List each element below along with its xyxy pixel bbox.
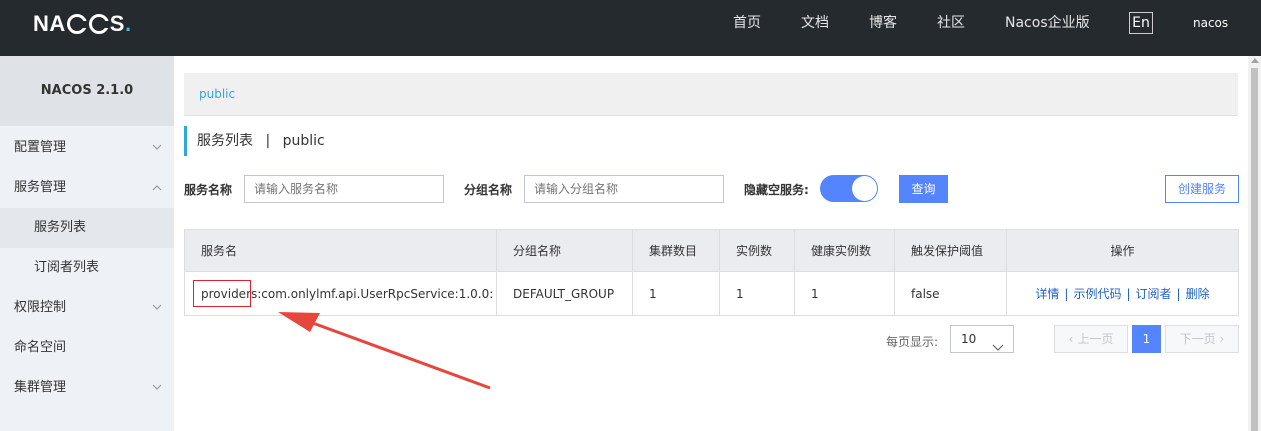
namespace-bar: public [184,73,1238,116]
create-service-button[interactable]: 创建服务 [1165,175,1239,203]
prev-page-button[interactable]: ‹ 上一页 [1054,325,1128,353]
next-page-button[interactable]: 下一页 › [1165,325,1239,353]
table-header: 服务名 分组名称 集群数目 实例数 健康实例数 触发保护阈值 操作 [185,230,1238,272]
nav-home[interactable]: 首页 [733,14,761,32]
page-title: 服务列表 | public [184,126,325,156]
chevron-up-icon [152,168,162,208]
subscribers-link[interactable]: 订阅者 [1136,285,1172,302]
sidebar-item-access-control[interactable]: 权限控制 [0,288,174,328]
user-menu[interactable]: nacos [1193,16,1228,30]
chevron-down-icon [152,128,162,168]
language-switch-button[interactable]: En [1129,12,1153,34]
col-service-name: 服务名 [185,230,497,271]
col-group-name: 分组名称 [497,230,633,271]
query-button[interactable]: 查询 [899,175,948,203]
service-name-label: 服务名称 [184,183,233,197]
delete-link[interactable]: 删除 [1186,285,1210,302]
detail-link[interactable]: 详情 [1035,285,1059,302]
col-instance-count: 实例数 [720,230,795,271]
service-name-input[interactable] [244,175,444,203]
chevron-down-icon [152,368,162,408]
hide-empty-toggle[interactable] [820,175,878,202]
sidebar-title: NACOS 2.1.0 [0,56,174,126]
nav-enterprise[interactable]: Nacos企业版 [1005,14,1090,32]
col-threshold: 触发保护阈值 [895,230,1007,271]
nav-blog[interactable]: 博客 [869,14,897,32]
sidebar-item-service-list[interactable]: 服务列表 [0,208,174,248]
vertical-scrollbar[interactable] [1248,56,1261,431]
col-cluster-count: 集群数目 [633,230,720,271]
chevron-right-icon: › [1219,332,1225,346]
page-number-current[interactable]: 1 [1132,325,1161,353]
scroll-up-icon[interactable] [1251,58,1259,63]
annotation-highlight-box [193,280,251,307]
red-arrow-icon [278,312,491,390]
col-healthy-count: 健康实例数 [795,230,895,271]
sidebar-item-config-management[interactable]: 配置管理 [0,128,174,168]
page-size-label: 每页显示: [886,335,939,349]
nav-docs[interactable]: 文档 [801,14,829,32]
sidebar-item-cluster-management[interactable]: 集群管理 [0,368,174,408]
actions-cell: 详情 | 示例代码 | 订阅者 | 删除 [1035,285,1210,302]
hide-empty-label: 隐藏空服务: [744,183,809,197]
sidebar-item-namespace[interactable]: 命名空间 [0,328,174,368]
nacos-logo[interactable]: NA S. [33,10,132,38]
sample-code-link[interactable]: 示例代码 [1073,285,1121,302]
namespace-link-public[interactable]: public [199,87,235,101]
chevron-down-icon [152,288,162,328]
group-name-label: 分组名称 [464,183,513,197]
healthy-count-cell: 1 [795,272,895,315]
group-name-input[interactable] [524,175,724,203]
col-actions: 操作 [1110,244,1135,258]
sidebar: NACOS 2.1.0 配置管理 服务管理 服务列表 订阅者列表 权限控制 命名… [0,56,174,431]
group-cell: DEFAULT_GROUP [497,272,633,315]
threshold-cell: false [895,272,1007,315]
page-size-select[interactable]: 10 [950,325,1014,353]
chevron-left-icon: ‹ [1068,332,1074,346]
chevron-down-icon [992,335,1004,361]
top-navbar: NA S. 首页 文档 博客 社区 Nacos企业版 En nacos [0,0,1261,56]
nav-community[interactable]: 社区 [937,14,965,32]
scrollbar-thumb[interactable] [1251,68,1258,431]
sidebar-item-subscriber-list[interactable]: 订阅者列表 [0,248,174,288]
sidebar-item-service-management[interactable]: 服务管理 [0,168,174,208]
instance-count-cell: 1 [720,272,795,315]
cluster-count-cell: 1 [633,272,720,315]
